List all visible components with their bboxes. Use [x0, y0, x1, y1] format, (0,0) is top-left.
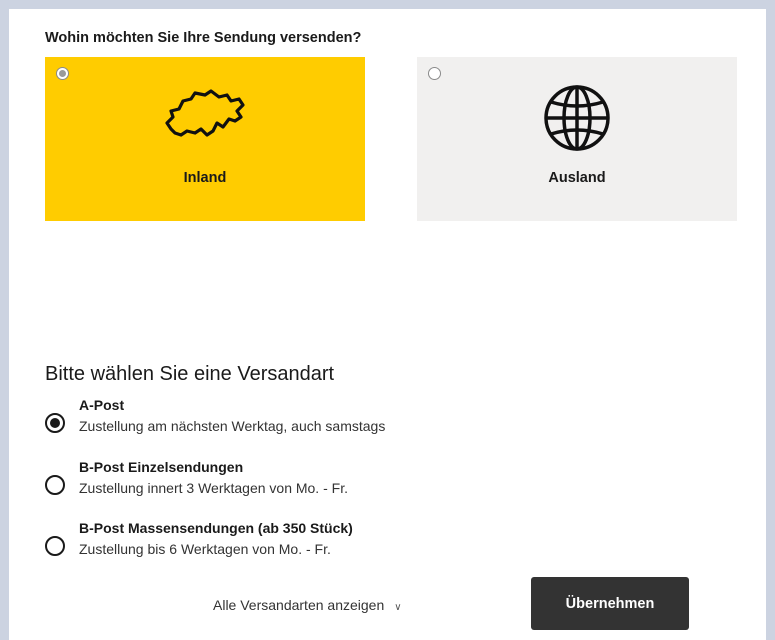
destination-inland-label: Inland — [183, 170, 227, 186]
shipping-option-title: B-Post Einzelsendungen — [79, 459, 244, 475]
shipping-option-radio[interactable] — [45, 475, 65, 495]
shipping-option-b-post-massen[interactable]: B-Post Massensendungen (ab 350 Stück) Zu… — [45, 520, 565, 570]
shipping-method-title: Bitte wählen Sie eine Versandart — [45, 363, 335, 385]
shipping-option-description: Zustellung am nächsten Werktag, auch sam… — [79, 418, 386, 434]
shipping-option-radio[interactable] — [45, 536, 65, 556]
switzerland-map-icon — [157, 83, 253, 150]
shipping-option-description: Zustellung bis 6 Werktagen von Mo. - Fr. — [79, 541, 331, 557]
globe-icon — [542, 83, 612, 158]
shipping-option-radio[interactable] — [45, 413, 65, 433]
chevron-down-icon: ∨ — [394, 602, 402, 613]
destination-ausland-card[interactable]: Ausland — [417, 57, 737, 221]
shipping-option-b-post-einzel[interactable]: B-Post Einzelsendungen Zustellung innert… — [45, 459, 565, 509]
destination-ausland-label: Ausland — [548, 170, 606, 186]
shipping-option-title: A-Post — [79, 397, 125, 413]
destination-ausland-radio[interactable] — [428, 67, 441, 80]
show-all-shipping-methods-link[interactable]: Alle Versandarten anzeigen ∨ — [213, 597, 402, 613]
destination-inland-radio[interactable] — [56, 67, 69, 80]
shipping-option-a-post[interactable]: A-Post Zustellung am nächsten Werktag, a… — [45, 397, 565, 447]
shipment-panel: Wohin möchten Sie Ihre Sendung versenden… — [9, 9, 766, 640]
show-all-label: Alle Versandarten anzeigen — [213, 597, 385, 613]
shipping-option-title: B-Post Massensendungen (ab 350 Stück) — [79, 520, 353, 536]
destination-inland-card[interactable]: Inland — [45, 57, 365, 221]
shipping-option-description: Zustellung innert 3 Werktagen von Mo. - … — [79, 480, 348, 496]
submit-button[interactable]: Übernehmen — [531, 577, 689, 630]
destination-question: Wohin möchten Sie Ihre Sendung versenden… — [45, 30, 362, 46]
